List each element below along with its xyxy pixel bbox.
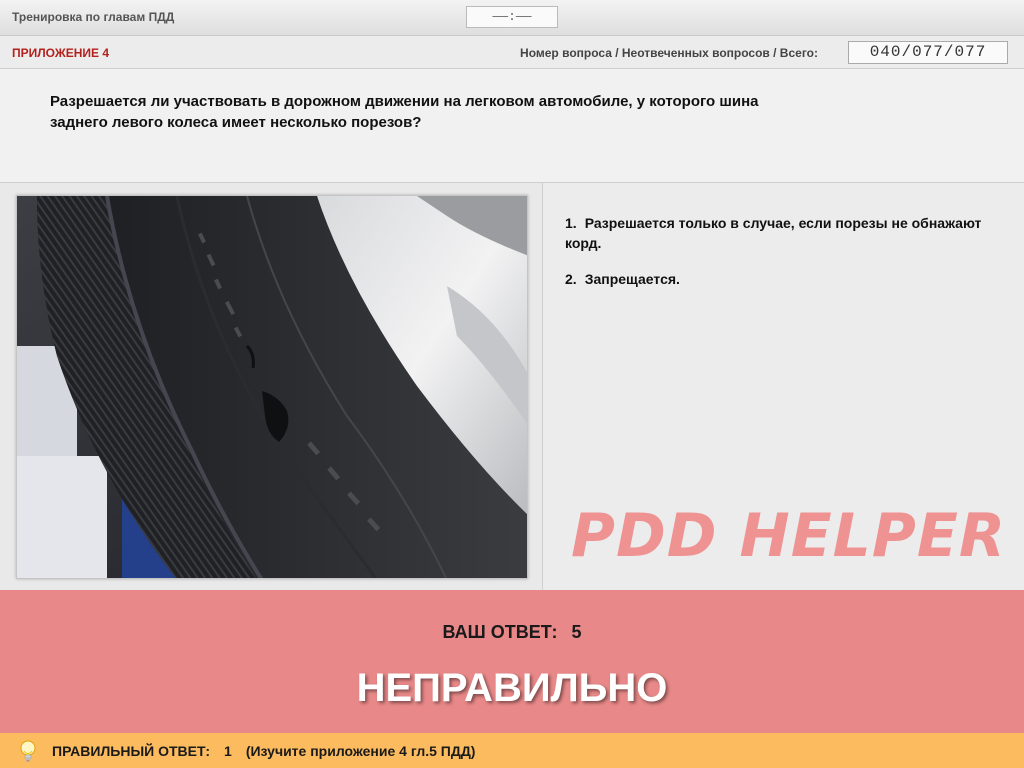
answer-text: Разрешается только в случае, если порезы… [565, 215, 982, 251]
your-answer-value: 5 [571, 622, 582, 642]
answer-option-1[interactable]: 1. Разрешается только в случае, если поре… [565, 213, 995, 253]
answer-text: Запрещается. [584, 271, 680, 287]
correct-answer-bar: ПРАВИЛЬНЫЙ ОТВЕТ: 1 (Изучите приложение 4 … [0, 733, 1024, 768]
your-answer: ВАШ ОТВЕТ: 5 [0, 622, 1024, 643]
lightbulb-icon [18, 739, 38, 763]
correct-answer-value: 1 [224, 743, 232, 759]
answer-number: 1. [565, 215, 577, 231]
timer-display: ——:—— [466, 6, 558, 28]
appendix-label: ПРИЛОЖЕНИЕ 4 [12, 46, 110, 60]
photo-panel [0, 183, 543, 590]
question-text: Разрешается ли участвовать в дорожном дв… [50, 91, 870, 133]
question-line-2: заднего левого колеса имеет несколько по… [50, 114, 422, 131]
content-area: 1. Разрешается только в случае, если поре… [0, 183, 1024, 590]
correct-answer-text: ПРАВИЛЬНЫЙ ОТВЕТ: 1 (Изучите приложение 4 … [52, 743, 475, 759]
correct-answer-label: ПРАВИЛЬНЫЙ ОТВЕТ: [52, 743, 211, 759]
answer-option-2[interactable]: 2. Запрещается. [565, 269, 995, 289]
question-line-1: Разрешается ли участвовать в дорожном дв… [50, 93, 759, 110]
answers-panel: 1. Разрешается только в случае, если поре… [543, 183, 1024, 590]
info-bar: ПРИЛОЖЕНИЕ 4 Номер вопроса / Неотвеченны… [0, 36, 1024, 69]
tire-photo-illustration [17, 196, 527, 578]
tire-photo [16, 195, 528, 579]
correct-answer-hint: (Изучите приложение 4 гл.5 ПДД) [245, 743, 476, 759]
your-answer-label: ВАШ ОТВЕТ: [442, 622, 558, 642]
question-counter: 040/077/077 [848, 41, 1008, 64]
app-title: Тренировка по главам ПДД [12, 10, 175, 24]
answer-number: 2. [565, 271, 577, 287]
question-area: Разрешается ли участвовать в дорожном дв… [0, 69, 1024, 183]
watermark: PDD HELPER [571, 501, 1007, 571]
verdict-text: НЕПРАВИЛЬНО [356, 666, 668, 710]
result-area: ВАШ ОТВЕТ: 5 НЕПРАВИЛЬНО [0, 590, 1024, 733]
top-bar: Тренировка по главам ПДД ——:—— [0, 0, 1024, 36]
question-counter-label: Номер вопроса / Неотвеченных вопросов / … [520, 46, 818, 60]
